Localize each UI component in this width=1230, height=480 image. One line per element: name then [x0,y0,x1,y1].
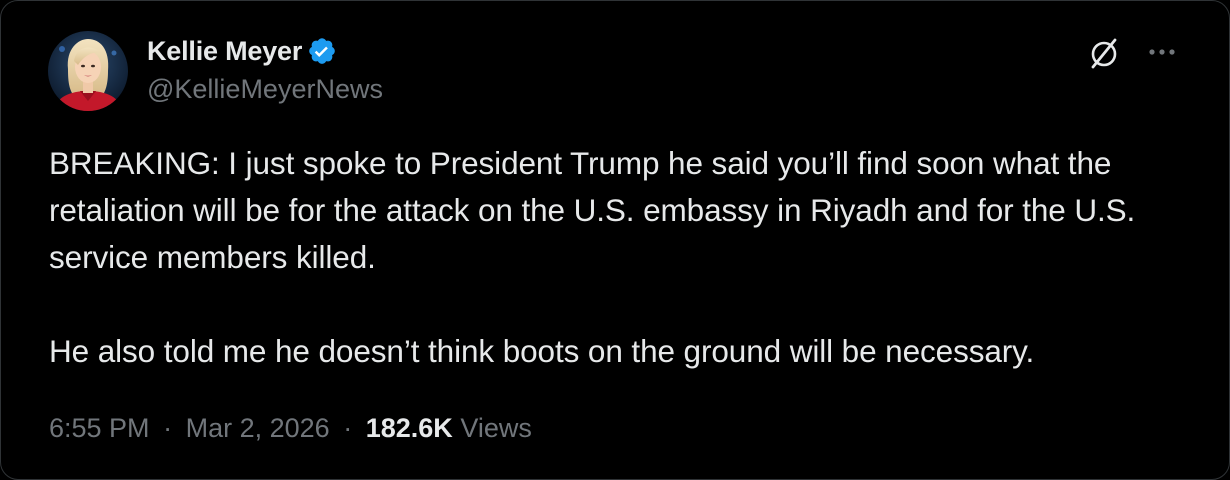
tweet-paragraph: BREAKING: I just spoke to President Trum… [49,145,1136,275]
tweet-card[interactable]: Kellie Meyer @KellieMeyerNews BREAKING: … [0,0,1230,480]
tweet-date[interactable]: Mar 2, 2026 [186,413,330,443]
avatar-image [48,31,128,111]
tweet-text: BREAKING: I just spoke to President Trum… [49,140,1189,375]
author-avatar[interactable] [48,31,128,111]
author-display-name[interactable]: Kellie Meyer [147,36,302,67]
grok-icon[interactable] [1084,33,1124,73]
separator: · [163,413,173,443]
tweet-paragraph: He also told me he doesn’t think boots o… [49,333,1035,369]
verified-badge-icon[interactable] [307,36,337,66]
author-handle[interactable]: @KellieMeyerNews [147,74,383,105]
more-options-icon[interactable] [1144,37,1180,67]
tweet-time[interactable]: 6:55 PM [49,413,150,443]
views-label: Views [460,413,532,443]
views-count[interactable]: 182.6K [366,413,453,443]
author-name-row: Kellie Meyer [147,33,337,69]
tweet-metadata: 6:55 PM · Mar 2, 2026 · 182.6K Views [49,413,532,444]
separator: · [343,413,353,443]
